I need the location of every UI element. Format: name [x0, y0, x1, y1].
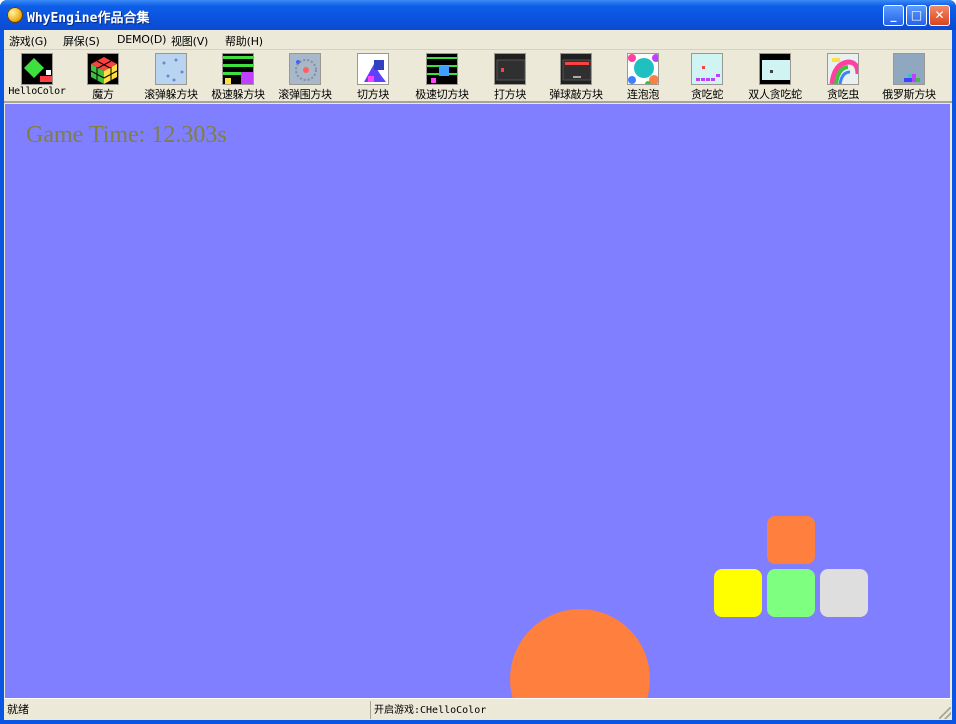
app-window: WhyEngine作品合集 _ □ ✕ 游戏(G) 屏保(S) DEMO(D) … — [0, 0, 956, 724]
tetris-icon — [893, 53, 925, 85]
tool-speed-cut[interactable]: 极速切方块 — [409, 53, 475, 101]
menu-game[interactable]: 游戏(G) — [9, 33, 47, 49]
status-pane-message: 开启游戏:CHelloColor — [370, 701, 936, 719]
tool-snake[interactable]: 贪吃蛇 — [676, 53, 738, 101]
rubiks-cube-icon — [87, 53, 119, 85]
tool-label: 滚弹躲方块 — [144, 88, 198, 101]
window-title: WhyEngine作品合集 — [27, 11, 150, 26]
tool-label: 贪吃蛇 — [690, 88, 724, 101]
status-ready-text: 就绪 — [7, 703, 29, 716]
tool-label: 连泡泡 — [626, 88, 660, 101]
status-bar: 就绪 开启游戏:CHelloColor — [4, 698, 952, 720]
status-message-text: 开启游戏:CHelloColor — [374, 705, 487, 716]
tool-speed-dodge[interactable]: 极速躲方块 — [205, 53, 271, 101]
bubbles-icon — [627, 53, 659, 85]
breakout-icon — [560, 53, 592, 85]
hellocolor-icon — [21, 53, 53, 85]
tool-label: 滚弹围方块 — [278, 88, 332, 101]
tool-label: 打方块 — [493, 88, 527, 101]
cut-block-icon — [357, 53, 389, 85]
tool-hellocolor[interactable]: HelloColor — [6, 53, 68, 101]
yellow-block — [714, 569, 762, 617]
resize-grip[interactable] — [939, 707, 951, 719]
menu-view[interactable]: 视图(V) — [171, 33, 208, 49]
snake-icon — [691, 53, 723, 85]
orange-block — [767, 516, 815, 564]
tool-hit-block[interactable]: 打方块 — [479, 53, 541, 101]
tool-worm[interactable]: 贪吃虫 — [812, 53, 874, 101]
tool-tetris[interactable]: 俄罗斯方块 — [876, 53, 942, 101]
worm-icon — [827, 53, 859, 85]
tool-label: 双人贪吃蛇 — [748, 88, 802, 101]
tool-label: 弹球敲方块 — [549, 88, 603, 101]
status-pane-ready: 就绪 — [4, 701, 370, 719]
hit-block-icon — [494, 53, 526, 85]
maximize-button[interactable]: □ — [906, 5, 927, 26]
tool-ball-dodge[interactable]: 滚弹躲方块 — [138, 53, 204, 101]
tool-two-player-snake[interactable]: 双人贪吃蛇 — [742, 53, 808, 101]
menu-demo[interactable]: DEMO(D) — [117, 33, 166, 46]
menu-screensaver[interactable]: 屏保(S) — [63, 33, 100, 49]
ball-dodge-icon — [155, 53, 187, 85]
tool-label: 切方块 — [356, 88, 390, 101]
title-bar[interactable]: WhyEngine作品合集 _ □ ✕ — [0, 0, 956, 30]
tool-bubbles[interactable]: 连泡泡 — [612, 53, 674, 101]
tool-label: 极速切方块 — [415, 88, 469, 101]
tool-ball-surround[interactable]: 滚弹围方块 — [272, 53, 338, 101]
toolbar: HelloColor 魔方 滚弹躲方块 极速躲方块 滚弹围方块 切方块 极速切方… — [4, 51, 952, 103]
tool-cut-block[interactable]: 切方块 — [342, 53, 404, 101]
tool-label: 极速躲方块 — [211, 88, 265, 101]
client-area: 游戏(G) 屏保(S) DEMO(D) 视图(V) 帮助(H) HelloCol… — [4, 30, 952, 720]
minimize-button[interactable]: _ — [883, 5, 904, 26]
menu-help[interactable]: 帮助(H) — [225, 33, 263, 49]
close-button[interactable]: ✕ — [929, 5, 950, 26]
speed-dodge-icon — [222, 53, 254, 85]
ball — [510, 609, 650, 698]
game-canvas[interactable]: Game Time: 12.303s — [5, 104, 950, 698]
ball-surround-icon — [289, 53, 321, 85]
gray-block — [820, 569, 868, 617]
tool-breakout[interactable]: 弹球敲方块 — [543, 53, 609, 101]
green-block — [767, 569, 815, 617]
game-time-text: Game Time: 12.303s — [26, 122, 227, 148]
tool-label: 贪吃虫 — [826, 88, 860, 101]
tool-label: HelloColor — [8, 86, 66, 97]
speed-cut-icon — [426, 53, 458, 85]
two-player-snake-icon — [759, 53, 791, 85]
tool-label: 俄罗斯方块 — [882, 88, 936, 101]
app-icon[interactable] — [7, 7, 23, 23]
menu-bar: 游戏(G) 屏保(S) DEMO(D) 视图(V) 帮助(H) — [4, 30, 952, 50]
tool-label: 魔方 — [92, 88, 114, 101]
tool-rubiks[interactable]: 魔方 — [72, 53, 134, 101]
